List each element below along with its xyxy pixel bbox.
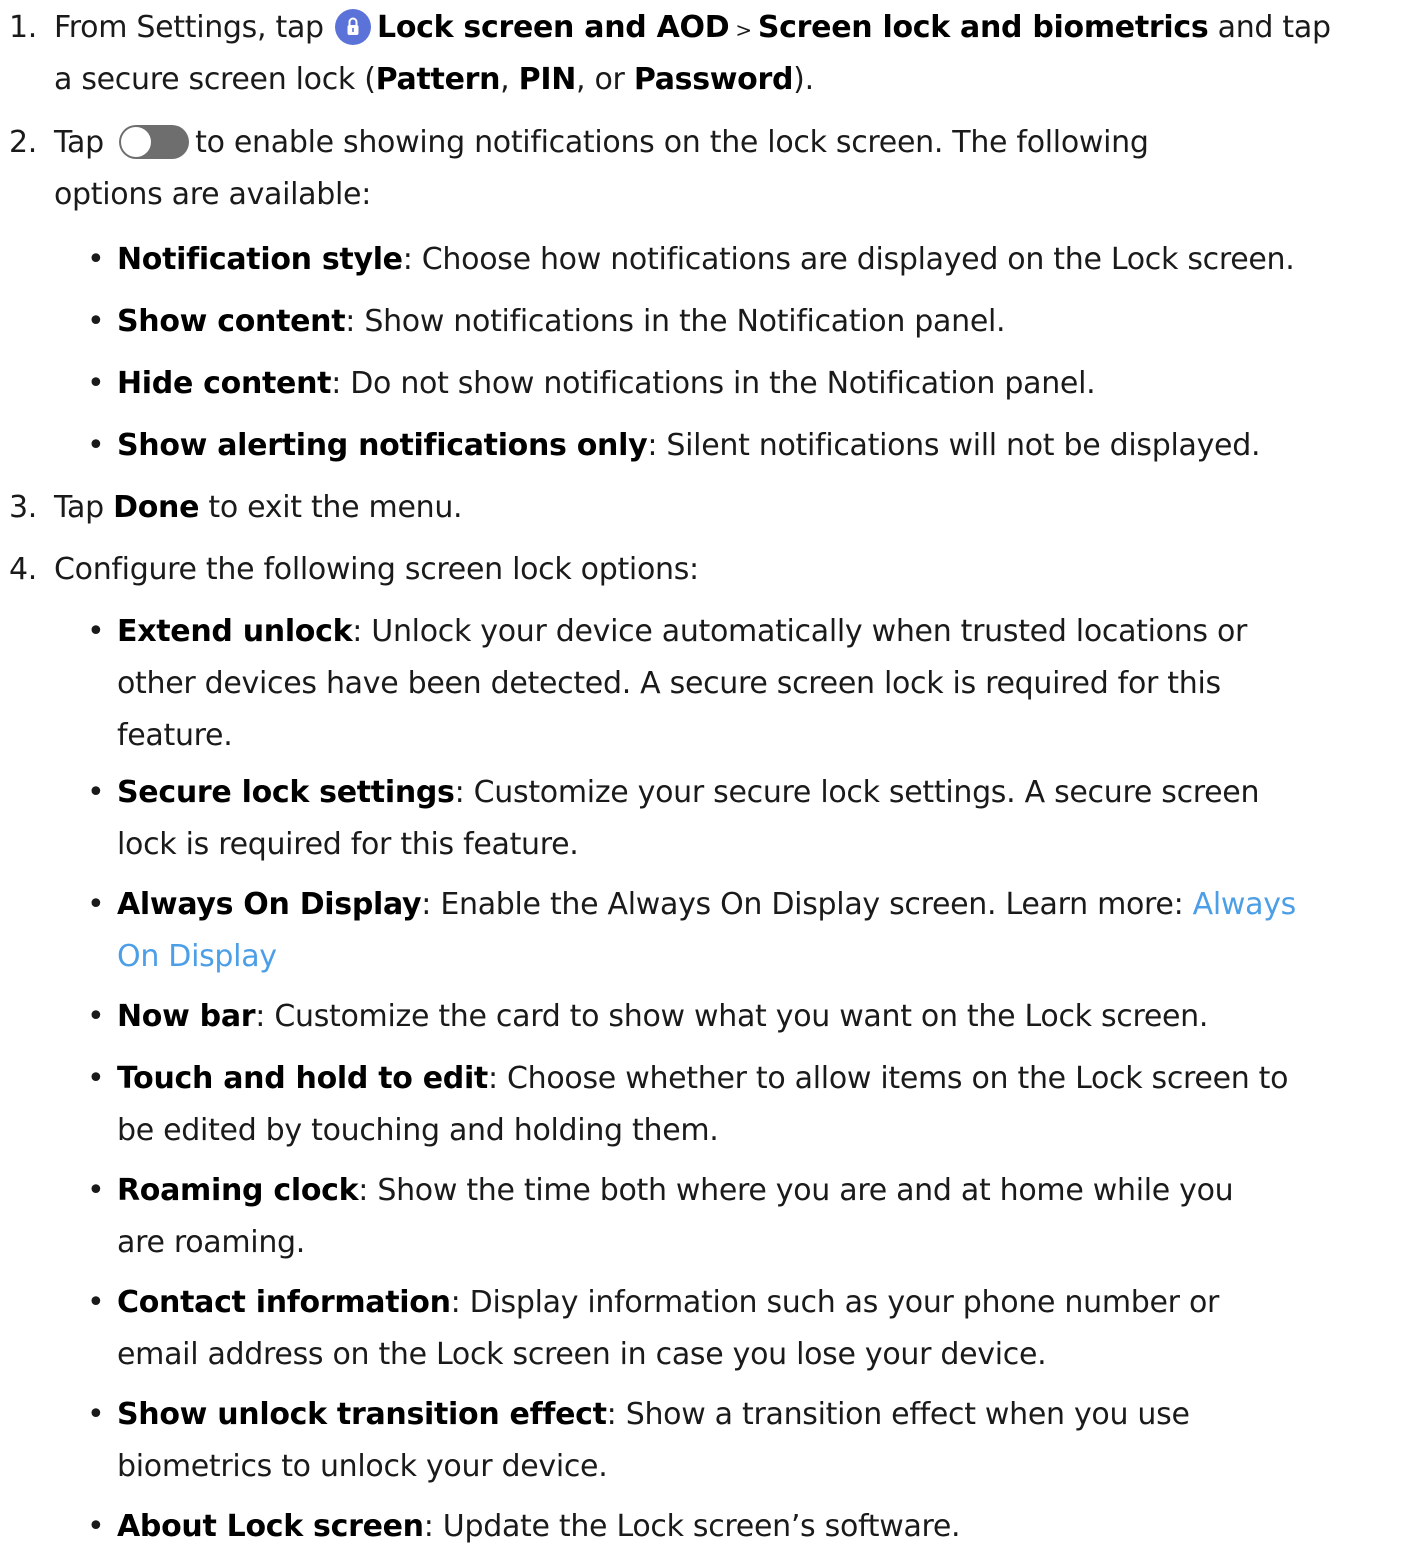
bullet-term: Extend unlock <box>117 614 353 649</box>
bullet-desc: : Choose how notifications are displayed… <box>402 242 1295 277</box>
bullet-desc: : Silent notifications will not be displ… <box>647 428 1261 463</box>
step-text: to exit the menu. <box>199 490 463 525</box>
menu-path-screen-lock: Screen lock and biometrics <box>757 10 1209 45</box>
step-number: 2. <box>9 125 38 160</box>
toggle-switch-icon <box>119 125 190 159</box>
bullet-desc: lock is required for this feature. <box>117 827 579 862</box>
step-3-line-1: Tap Done to exit the menu. <box>54 482 1415 534</box>
bullet-desc: : Show the time both where you are and a… <box>358 1173 1234 1208</box>
bullet-dot: • <box>87 304 105 339</box>
bullet-dot: • <box>87 775 105 810</box>
bullet-desc: : Do not show notifications in the Notif… <box>331 366 1096 401</box>
step-text: , <box>500 62 519 97</box>
step-1-line-1: From Settings, tap Lock screen and AOD >… <box>54 2 1415 54</box>
bullet-desc: : Unlock your device automatically when … <box>352 614 1248 649</box>
bullet-term: About Lock screen <box>117 1509 424 1544</box>
bullet-dot: • <box>87 614 105 649</box>
step-number: 3. <box>9 490 38 525</box>
step-text: Tap <box>54 490 114 525</box>
bullet-term: Show content <box>117 304 346 339</box>
bullet-desc: email address on the Lock screen in case… <box>117 1337 1047 1372</box>
always-on-display-link[interactable]: On Display <box>117 939 277 974</box>
step-2-line-1: Tap to enable showing notifications on t… <box>54 117 1415 169</box>
bullet-term: Contact information <box>117 1285 451 1320</box>
bullet-dot: • <box>87 1061 105 1096</box>
done-label: Done <box>113 490 200 525</box>
bullet-term: Hide content <box>117 366 332 401</box>
step-text: to enable showing notifications on the l… <box>195 125 1149 160</box>
bullet-desc: other devices have been detected. A secu… <box>117 666 1221 701</box>
step-1-line-2: a secure screen lock (Pattern, PIN, or P… <box>54 54 1415 106</box>
step-text: a secure screen lock ( <box>54 62 376 97</box>
bullet-dot: • <box>87 1285 105 1320</box>
bullet-term: Touch and hold to edit <box>117 1061 488 1096</box>
toggle-knob <box>120 126 153 158</box>
bullet-dot: • <box>87 366 105 401</box>
always-on-display-link[interactable]: Always <box>1193 887 1297 922</box>
step-2-line-2: options are available: <box>54 177 371 212</box>
bullet-desc: : Show a transition effect when you use <box>606 1397 1190 1432</box>
step-text: , or <box>576 62 634 97</box>
bullet-term: Always On Display <box>117 887 422 922</box>
bullet-desc: : Customize the card to show what you wa… <box>255 999 1209 1034</box>
step-number: 1. <box>9 10 38 45</box>
bullet-term: Show unlock transition effect <box>117 1397 607 1432</box>
step-text: From Settings, tap <box>54 10 334 45</box>
path-separator: > <box>729 18 758 42</box>
bullet-dot: • <box>87 1173 105 1208</box>
step-text: Tap <box>54 125 114 160</box>
bullet-desc: : Update the Lock screen’s software. <box>423 1509 961 1544</box>
bullet-term: Now bar <box>117 999 256 1034</box>
bullet-desc: : Show notifications in the Notification… <box>345 304 1006 339</box>
step-number: 4. <box>9 552 38 587</box>
bullet-desc: are roaming. <box>117 1225 306 1260</box>
bullet-term: Notification style <box>117 242 403 277</box>
bullet-dot: • <box>87 242 105 277</box>
step-text: ). <box>793 62 814 97</box>
bullet-term: Show alerting notifications only <box>117 428 648 463</box>
bullet-desc: : Display information such as your phone… <box>450 1285 1220 1320</box>
bullet-desc: : Enable the Always On Display screen. L… <box>421 887 1193 922</box>
lock-icon <box>335 9 372 45</box>
option-pattern: Pattern <box>375 62 501 97</box>
bullet-desc: be edited by touching and holding them. <box>117 1113 719 1148</box>
bullet-dot: • <box>87 999 105 1034</box>
bullet-desc: feature. <box>117 718 233 753</box>
bullet-term: Roaming clock <box>117 1173 359 1208</box>
bullet-dot: • <box>87 887 105 922</box>
bullet-term: Secure lock settings <box>117 775 455 810</box>
option-password: Password <box>633 62 794 97</box>
step-text: and tap <box>1208 10 1331 45</box>
bullet-dot: • <box>87 428 105 463</box>
option-pin: PIN <box>518 62 577 97</box>
step-4-line-1: Configure the following screen lock opti… <box>54 552 699 587</box>
bullet-desc: : Choose whether to allow items on the L… <box>487 1061 1289 1096</box>
bullet-dot: • <box>87 1509 105 1544</box>
bullet-desc: biometrics to unlock your device. <box>117 1449 608 1484</box>
menu-path-lock-screen: Lock screen and AOD <box>377 10 730 45</box>
bullet-dot: • <box>87 1397 105 1432</box>
bullet-desc: : Customize your secure lock settings. A… <box>454 775 1260 810</box>
